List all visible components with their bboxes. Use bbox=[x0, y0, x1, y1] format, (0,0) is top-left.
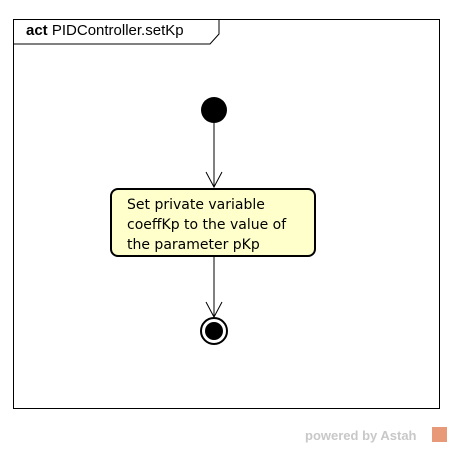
final-node[interactable] bbox=[200, 317, 228, 345]
control-flow-1[interactable] bbox=[205, 123, 223, 189]
powered-by-watermark: powered by Astah bbox=[305, 428, 417, 443]
action-label: Set private variable coeffKp to the valu… bbox=[127, 197, 287, 253]
astah-logo-icon bbox=[432, 427, 447, 442]
action-node[interactable]: Set private variable coeffKp to the valu… bbox=[110, 188, 316, 257]
control-flow-2[interactable] bbox=[205, 257, 223, 319]
initial-node[interactable] bbox=[201, 97, 227, 123]
